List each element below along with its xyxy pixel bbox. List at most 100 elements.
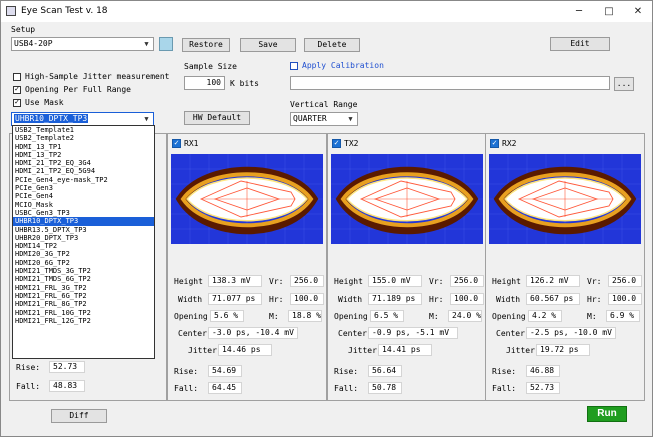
jitter-value: 14.41 ps [378, 344, 432, 356]
mask-option[interactable]: HDMI21_TMDS_3G_TP2 [13, 267, 154, 275]
mask-option[interactable]: HDMI21_FRL_8G_TP2 [13, 300, 154, 308]
mask-option[interactable]: PCIe_Gen4_eye-mask_TP2 [13, 176, 154, 184]
lane-checkbox[interactable]: ✓ [172, 139, 181, 148]
minimize-button[interactable]: ─ [568, 3, 590, 20]
center-value: -3.0 ps, -10.4 mV [208, 327, 298, 339]
eye-diagram [171, 154, 323, 244]
calibration-path-input[interactable] [290, 76, 610, 90]
mask-option[interactable]: UHBR20_DPTX_TP3 [13, 234, 154, 242]
fall-value: 52.73 [526, 382, 560, 394]
center-label: Center [338, 329, 367, 338]
fall-value: 48.83 [49, 380, 85, 392]
mask-option[interactable]: USBC_Gen3_TP3 [13, 209, 154, 217]
width-label: Width [496, 295, 521, 304]
save-button[interactable]: Save [240, 38, 296, 52]
mask-option[interactable]: USB2_Template1 [13, 126, 154, 134]
mask-option[interactable]: HDMI21_FRL_12G_TP2 [13, 317, 154, 325]
apply-calibration-checkbox[interactable] [290, 62, 298, 70]
hr-value: 100.0 [608, 293, 642, 305]
mask-option[interactable]: HDMI20_6G_TP2 [13, 259, 154, 267]
height-label: Height [334, 277, 363, 286]
mask-option[interactable]: PCIe_Gen3 [13, 184, 154, 192]
width-value: 71.077 ps [208, 293, 262, 305]
restore-button[interactable]: Restore [182, 38, 230, 52]
m-label: M: [429, 312, 439, 321]
use-mask-checkbox[interactable]: ✓ [13, 99, 21, 107]
mask-option[interactable]: HDMI14_TP2 [13, 242, 154, 250]
lane-name: RX1 [184, 139, 199, 148]
vr-label: Vr: [587, 277, 602, 286]
hr-label: Hr: [269, 295, 284, 304]
lane-checkbox[interactable]: ✓ [332, 139, 341, 148]
mask-option[interactable]: UHBR13.5_DPTX_TP3 [13, 226, 154, 234]
use-mask-label: Use Mask [25, 98, 64, 107]
chevron-down-icon: ▼ [144, 115, 149, 123]
mask-option[interactable]: USB2_Template2 [13, 134, 154, 142]
close-button[interactable]: ✕ [627, 3, 649, 20]
mask-option[interactable]: PCIe_Gen4 [13, 192, 154, 200]
jitter-label: Jitter [348, 346, 377, 355]
preset-dropdown[interactable]: USB4-20P ▼ [11, 37, 154, 51]
vertical-range-label: Vertical Range [290, 100, 358, 109]
opening-full-range-checkbox[interactable]: ✓ [13, 86, 21, 94]
vr-label: Vr: [269, 277, 284, 286]
high-sample-label: High-Sample Jitter measurement [25, 72, 170, 81]
mask-option[interactable]: HDMI20_3G_TP2 [13, 250, 154, 258]
fall-label: Fall: [174, 384, 199, 393]
high-sample-checkbox[interactable] [13, 73, 21, 81]
fall-label: Fall: [492, 384, 517, 393]
mask-option[interactable]: HDMI_13_TP1 [13, 143, 154, 151]
height-label: Height [492, 277, 521, 286]
width-value: 71.189 ps [368, 293, 422, 305]
vertical-range-value: QUARTER [293, 114, 327, 123]
edit-button[interactable]: Edit [550, 37, 610, 51]
sample-size-input[interactable]: 100 [184, 76, 225, 90]
mask-dropdown-list[interactable]: USB2_Template1 USB2_Template2 HDMI_13_TP1 H… [12, 125, 155, 359]
hr-value: 100.0 [450, 293, 484, 305]
lane-panel-rx1: ✓ RX1 Height 138.3 mV Vr: 256.0 Width 71… [167, 133, 327, 401]
mask-option[interactable]: HDMI21_TMDS_6G_TP2 [13, 275, 154, 283]
jitter-label: Jitter [188, 346, 217, 355]
mask-option[interactable]: HDMI_21_TP2_EQ_3G4 [13, 159, 154, 167]
width-value: 60.567 ps [526, 293, 580, 305]
m-label: M: [269, 312, 279, 321]
fall-value: 50.78 [368, 382, 402, 394]
lane-name: RX2 [502, 139, 517, 148]
browse-button[interactable]: ... [614, 77, 634, 91]
opening-label: Opening [492, 312, 526, 321]
opening-full-range-label: Opening Per Full Range [25, 85, 131, 94]
fall-value: 64.45 [208, 382, 242, 394]
maximize-button[interactable]: □ [598, 3, 620, 20]
jitter-label: Jitter [506, 346, 535, 355]
mask-option[interactable]: HDMI21_FRL_6G_TP2 [13, 292, 154, 300]
jitter-value: 19.72 ps [536, 344, 590, 356]
center-label: Center [178, 329, 207, 338]
delete-button[interactable]: Delete [304, 38, 360, 52]
title-bar: Eye Scan Test v. 18 ─ □ ✕ [1, 1, 652, 22]
mask-option[interactable]: HDMI_21_TP2_EQ_5G94 [13, 167, 154, 175]
m-label: M: [587, 312, 597, 321]
lane-panel-tx2: ✓ TX2 Height 155.0 mV Vr: 256.0 Width 71… [327, 133, 487, 401]
lane-checkbox[interactable]: ✓ [490, 139, 499, 148]
rise-label: Rise: [334, 367, 359, 376]
opening-value: 6.5 % [370, 310, 404, 322]
run-button[interactable]: Run [587, 406, 627, 422]
mask-option[interactable]: HDMI21_FRL_10G_TP2 [13, 309, 154, 317]
mask-option[interactable]: UHBR10_DPTX_TP3 [13, 217, 154, 226]
mask-dropdown[interactable]: UHBR10_DPTX_TP3 ▼ [11, 112, 154, 126]
color-swatch[interactable] [159, 37, 173, 51]
rise-value: 46.88 [526, 365, 560, 377]
mask-option[interactable]: HDMI21_FRL_3G_TP2 [13, 284, 154, 292]
diff-button[interactable]: Diff [51, 409, 107, 423]
mask-value: UHBR10_DPTX_TP3 [14, 114, 89, 123]
vertical-range-dropdown[interactable]: QUARTER ▼ [290, 112, 358, 126]
eye-diagram [489, 154, 641, 244]
mask-option[interactable]: MCIO_Mask [13, 201, 154, 209]
mask-option[interactable]: HDMI_13_TP2 [13, 151, 154, 159]
lane-panel-rx2: ✓ RX2 Height 126.2 mV Vr: 256.0 Width 60… [485, 133, 645, 401]
hw-default-button[interactable]: HW Default [184, 111, 250, 125]
hr-value: 100.0 [290, 293, 324, 305]
height-value: 155.0 mV [368, 275, 422, 287]
hr-label: Hr: [429, 295, 444, 304]
center-value: -0.9 ps, -5.1 mV [368, 327, 458, 339]
